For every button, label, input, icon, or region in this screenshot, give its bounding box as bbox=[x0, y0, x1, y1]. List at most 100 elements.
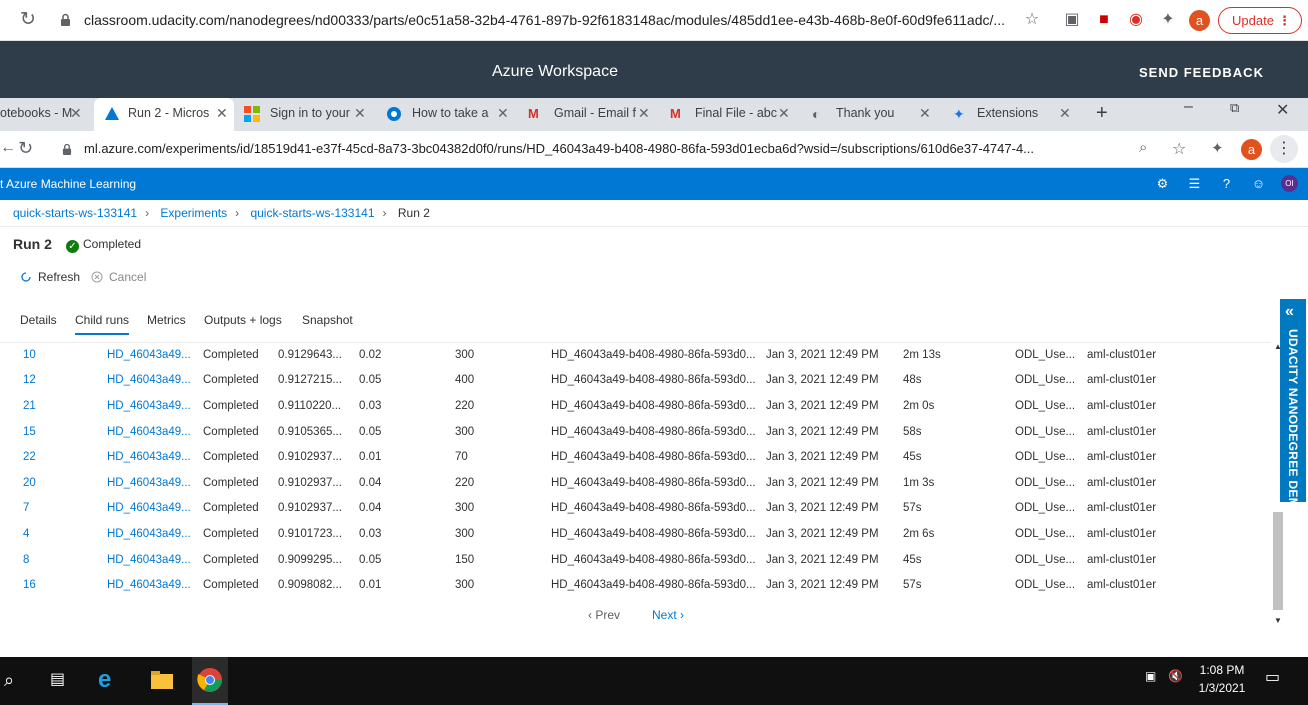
outer-avatar[interactable]: a bbox=[1189, 10, 1210, 31]
outer-url-text[interactable]: classroom.udacity.com/nanodegrees/nd0033… bbox=[84, 12, 1014, 28]
inner-url-text[interactable]: ml.azure.com/experiments/id/18519d41-e37… bbox=[84, 141, 1124, 156]
close-icon[interactable]: ✕ bbox=[216, 98, 228, 129]
udacity-demo-sidebar[interactable]: « UDACITY NANODEGREE DEMO bbox=[1280, 299, 1306, 518]
notebook-icon[interactable]: ☰ bbox=[1186, 175, 1203, 192]
next-page-button[interactable]: Next › bbox=[652, 608, 684, 622]
run-id-link[interactable]: HD_46043a49... bbox=[107, 374, 191, 386]
run-number-link[interactable]: 4 bbox=[23, 528, 29, 540]
system-clock[interactable]: 1:08 PM 1/3/2021 bbox=[1195, 661, 1249, 697]
cancel-button[interactable]: Cancel bbox=[91, 270, 146, 284]
back-icon[interactable]: ← bbox=[0, 139, 16, 157]
table-row[interactable]: 7 HD_46043a49... Completed 0.9102937... 0.04… bbox=[0, 496, 1275, 521]
help-icon[interactable]: ? bbox=[1218, 175, 1235, 192]
close-icon[interactable]: ✕ bbox=[354, 98, 366, 129]
tab-outputs-logs[interactable]: Outputs + logs bbox=[204, 313, 282, 327]
run-number-link[interactable]: 22 bbox=[23, 451, 36, 463]
tab-child-runs[interactable]: Child runs bbox=[75, 313, 130, 335]
restore-icon[interactable]: ⧉ bbox=[1230, 100, 1239, 116]
run-number-link[interactable]: 16 bbox=[23, 579, 36, 591]
run-number-link[interactable]: 20 bbox=[23, 477, 36, 489]
table-row[interactable]: 21 HD_46043a49... Completed 0.9110220... 0.0… bbox=[0, 394, 1275, 419]
run-id-link[interactable]: HD_46043a49... bbox=[107, 502, 191, 514]
task-view-icon[interactable]: ▤ bbox=[50, 665, 80, 695]
run-id-link[interactable]: HD_46043a49... bbox=[107, 477, 191, 489]
inner-avatar[interactable]: a bbox=[1241, 139, 1262, 160]
settings-icon[interactable]: ⚙ bbox=[1154, 175, 1171, 192]
tab-sign-in[interactable]: Sign in to your ✕ bbox=[244, 98, 374, 131]
run-number-link[interactable]: 7 bbox=[23, 502, 29, 514]
extensions-icon[interactable]: ✦ bbox=[1158, 10, 1178, 30]
table-row[interactable]: 8 HD_46043a49... Completed 0.9099295... 0.05… bbox=[0, 548, 1275, 573]
extensions-icon[interactable]: ✦ bbox=[1211, 139, 1224, 157]
table-row[interactable]: 12 HD_46043a49... Completed 0.9127215... 0.0… bbox=[0, 368, 1275, 393]
scroll-thumb[interactable] bbox=[1273, 512, 1283, 610]
table-row[interactable]: 20 HD_46043a49... Completed 0.9102937... 0.0… bbox=[0, 471, 1275, 496]
run-id-link[interactable]: HD_46043a49... bbox=[107, 349, 191, 361]
notifications-icon[interactable]: ▭ bbox=[1265, 667, 1280, 687]
tab-run2[interactable]: Run 2 - Micros ✕ bbox=[94, 98, 234, 131]
zoom-icon[interactable]: ⌕ bbox=[1139, 139, 1147, 156]
table-row[interactable]: 15 HD_46043a49... Completed 0.9105365... 0.0… bbox=[0, 420, 1275, 445]
volume-muted-icon[interactable]: 🔇 bbox=[1168, 669, 1183, 683]
collapse-arrow-icon[interactable]: « bbox=[1285, 303, 1294, 321]
close-icon[interactable]: ✕ bbox=[778, 98, 790, 129]
tab-gmail[interactable]: M Gmail - Email f ✕ bbox=[528, 98, 658, 131]
update-button[interactable]: Update ⋮ bbox=[1218, 7, 1302, 34]
chrome-taskbar-button[interactable] bbox=[192, 657, 228, 705]
tab-how-to[interactable]: How to take a ✕ bbox=[386, 98, 516, 131]
camera-icon[interactable]: ▣ bbox=[1062, 10, 1082, 30]
network-icon[interactable]: ▣ bbox=[1145, 669, 1156, 683]
tab-final-file[interactable]: M Final File - abc ✕ bbox=[670, 98, 800, 131]
run-compute-target: aml-clust01er bbox=[1087, 477, 1157, 489]
close-icon[interactable]: ✕ bbox=[1059, 98, 1071, 129]
menu-dots-icon[interactable]: ⋮ bbox=[1270, 135, 1298, 163]
run-id-link[interactable]: HD_46043a49... bbox=[107, 451, 191, 463]
tab-snapshot[interactable]: Snapshot bbox=[302, 313, 353, 327]
close-icon[interactable]: ✕ bbox=[919, 98, 931, 129]
table-row[interactable]: 16 HD_46043a49... Completed 0.9098082... 0.0… bbox=[0, 573, 1275, 598]
scroll-down-icon[interactable]: ▼ bbox=[1274, 616, 1282, 625]
close-icon[interactable]: ✕ bbox=[70, 98, 82, 129]
minimize-icon[interactable]: – bbox=[1184, 98, 1193, 116]
run-duration: 2m 6s bbox=[903, 528, 935, 540]
tab-thank-you[interactable]: ◐ Thank you ✕ bbox=[812, 98, 942, 131]
send-feedback-button[interactable]: SEND FEEDBACK bbox=[1139, 65, 1264, 80]
feedback-smiley-icon[interactable]: ☺ bbox=[1250, 175, 1267, 192]
run-number-link[interactable]: 15 bbox=[23, 426, 36, 438]
table-row[interactable]: 22 HD_46043a49... Completed 0.9102937... 0.0… bbox=[0, 445, 1275, 470]
tab-details[interactable]: Details bbox=[20, 313, 57, 327]
tab-metrics[interactable]: Metrics bbox=[147, 313, 186, 327]
tab-notebooks[interactable]: otebooks - M ✕ bbox=[0, 98, 90, 131]
close-icon[interactable]: ✕ bbox=[497, 98, 509, 129]
prev-page-button[interactable]: ‹ Prev bbox=[588, 608, 620, 622]
breadcrumb-experiments[interactable]: Experiments bbox=[160, 206, 227, 220]
search-icon[interactable]: ⌕ bbox=[4, 665, 34, 695]
reload-icon[interactable]: ↻ bbox=[18, 138, 33, 159]
run-id-link[interactable]: HD_46043a49... bbox=[107, 400, 191, 412]
breadcrumb-experiment[interactable]: quick-starts-ws-133141 bbox=[250, 206, 374, 220]
run-id-link[interactable]: HD_46043a49... bbox=[107, 579, 191, 591]
breadcrumb-workspace[interactable]: quick-starts-ws-133141 bbox=[13, 206, 137, 220]
extension-red-icon[interactable]: ◉ bbox=[1126, 10, 1146, 30]
pdf-icon[interactable]: ■ bbox=[1094, 10, 1114, 30]
user-avatar[interactable]: OI bbox=[1281, 175, 1298, 192]
star-icon[interactable]: ☆ bbox=[1172, 139, 1186, 159]
table-row[interactable]: 4 HD_46043a49... Completed 0.9101723... 0.03… bbox=[0, 522, 1275, 547]
refresh-button[interactable]: Refresh bbox=[20, 270, 80, 284]
table-row[interactable]: 10 HD_46043a49... Completed 0.9129643... 0.0… bbox=[0, 343, 1275, 368]
tab-extensions[interactable]: ✦ Extensions ✕ bbox=[953, 98, 1078, 131]
ie-icon[interactable]: e bbox=[98, 665, 128, 695]
new-tab-button[interactable]: + bbox=[1096, 98, 1116, 131]
run-number-link[interactable]: 21 bbox=[23, 400, 36, 412]
close-icon[interactable]: ✕ bbox=[638, 98, 650, 129]
file-explorer-icon[interactable] bbox=[147, 665, 177, 695]
close-window-icon[interactable]: ✕ bbox=[1276, 100, 1289, 120]
run-number-link[interactable]: 10 bbox=[23, 349, 36, 361]
run-number-link[interactable]: 12 bbox=[23, 374, 36, 386]
run-id-link[interactable]: HD_46043a49... bbox=[107, 426, 191, 438]
run-id-link[interactable]: HD_46043a49... bbox=[107, 528, 191, 540]
run-id-link[interactable]: HD_46043a49... bbox=[107, 554, 191, 566]
star-icon[interactable]: ☆ bbox=[1022, 10, 1042, 30]
run-number-link[interactable]: 8 bbox=[23, 554, 29, 566]
reload-icon[interactable]: ↻ bbox=[18, 10, 38, 30]
